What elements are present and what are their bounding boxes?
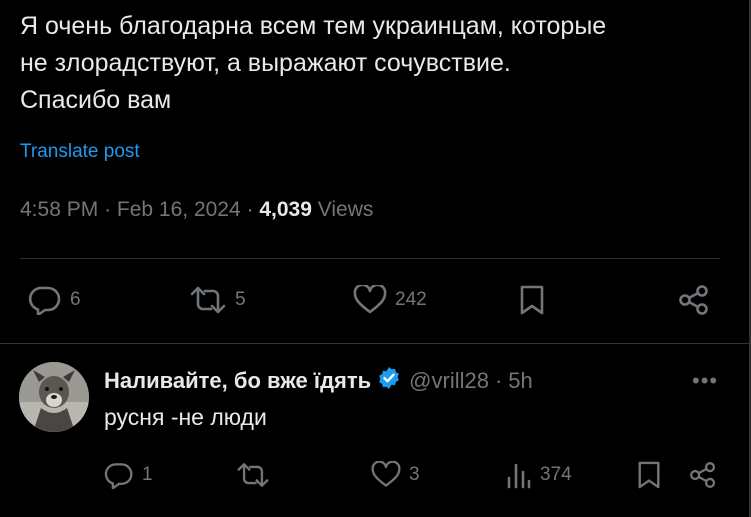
like-button[interactable]: 242 — [353, 285, 427, 315]
reply-like-count: 3 — [409, 464, 420, 485]
views-count: 4,039 — [259, 198, 312, 221]
reply-reply-count: 1 — [142, 464, 153, 485]
post-meta: 4:58 PM · Feb 16, 2024 · 4,039 Views — [20, 198, 373, 222]
reply-text: русня -не люди — [104, 404, 267, 430]
reply-author-handle[interactable]: @vrill28 — [409, 368, 489, 394]
share-icon — [690, 462, 716, 488]
views-label: Views — [317, 198, 374, 221]
reply-like-button[interactable]: 3 — [371, 461, 420, 489]
reply-views-count: 374 — [540, 464, 572, 485]
reply-header: Наливайте, бо вже їдять @vrill28 · 5h — [104, 366, 533, 396]
more-options-icon[interactable]: ••• — [692, 368, 718, 394]
like-count: 242 — [395, 289, 427, 310]
share-icon — [679, 285, 708, 315]
analytics-icon — [507, 463, 531, 489]
heart-icon — [353, 285, 387, 314]
repost-count: 5 — [235, 289, 246, 310]
share-button[interactable] — [678, 284, 710, 316]
reply-author-name[interactable]: Наливайте, бо вже їдять — [104, 368, 371, 394]
reply-icon — [28, 286, 61, 315]
reply-icon — [104, 463, 133, 489]
reply-views-button[interactable]: 374 — [506, 461, 572, 489]
bookmark-button[interactable] — [518, 284, 546, 316]
translate-post-link[interactable]: Translate post — [20, 141, 140, 163]
repost-icon — [237, 463, 269, 487]
meta-separator: · — [246, 198, 260, 221]
reply-reply-button[interactable]: 1 — [104, 461, 153, 489]
repost-icon — [190, 286, 226, 314]
reply-share-button[interactable] — [689, 460, 717, 490]
heart-icon — [371, 461, 401, 487]
divider — [0, 343, 749, 344]
bookmark-icon — [520, 285, 544, 315]
dog-avatar-image — [19, 362, 89, 432]
meta-separator: · — [494, 368, 503, 393]
repost-button[interactable]: 5 — [189, 285, 246, 315]
divider — [20, 258, 720, 259]
meta-separator: · — [104, 198, 117, 221]
reply-repost-button[interactable] — [236, 461, 278, 489]
reply-count: 6 — [70, 289, 81, 310]
verified-badge-icon — [377, 366, 401, 396]
reply-bookmark-button[interactable] — [636, 460, 662, 490]
reply-time[interactable]: 5h — [508, 368, 532, 394]
avatar[interactable] — [19, 362, 89, 432]
post-text: Я очень благодарна всем тем украинцам, к… — [20, 12, 607, 114]
reply-button[interactable]: 6 — [28, 285, 81, 315]
post-time[interactable]: 4:58 PM — [20, 198, 98, 221]
bookmark-icon — [638, 461, 660, 489]
post-date[interactable]: Feb 16, 2024 — [117, 198, 241, 221]
